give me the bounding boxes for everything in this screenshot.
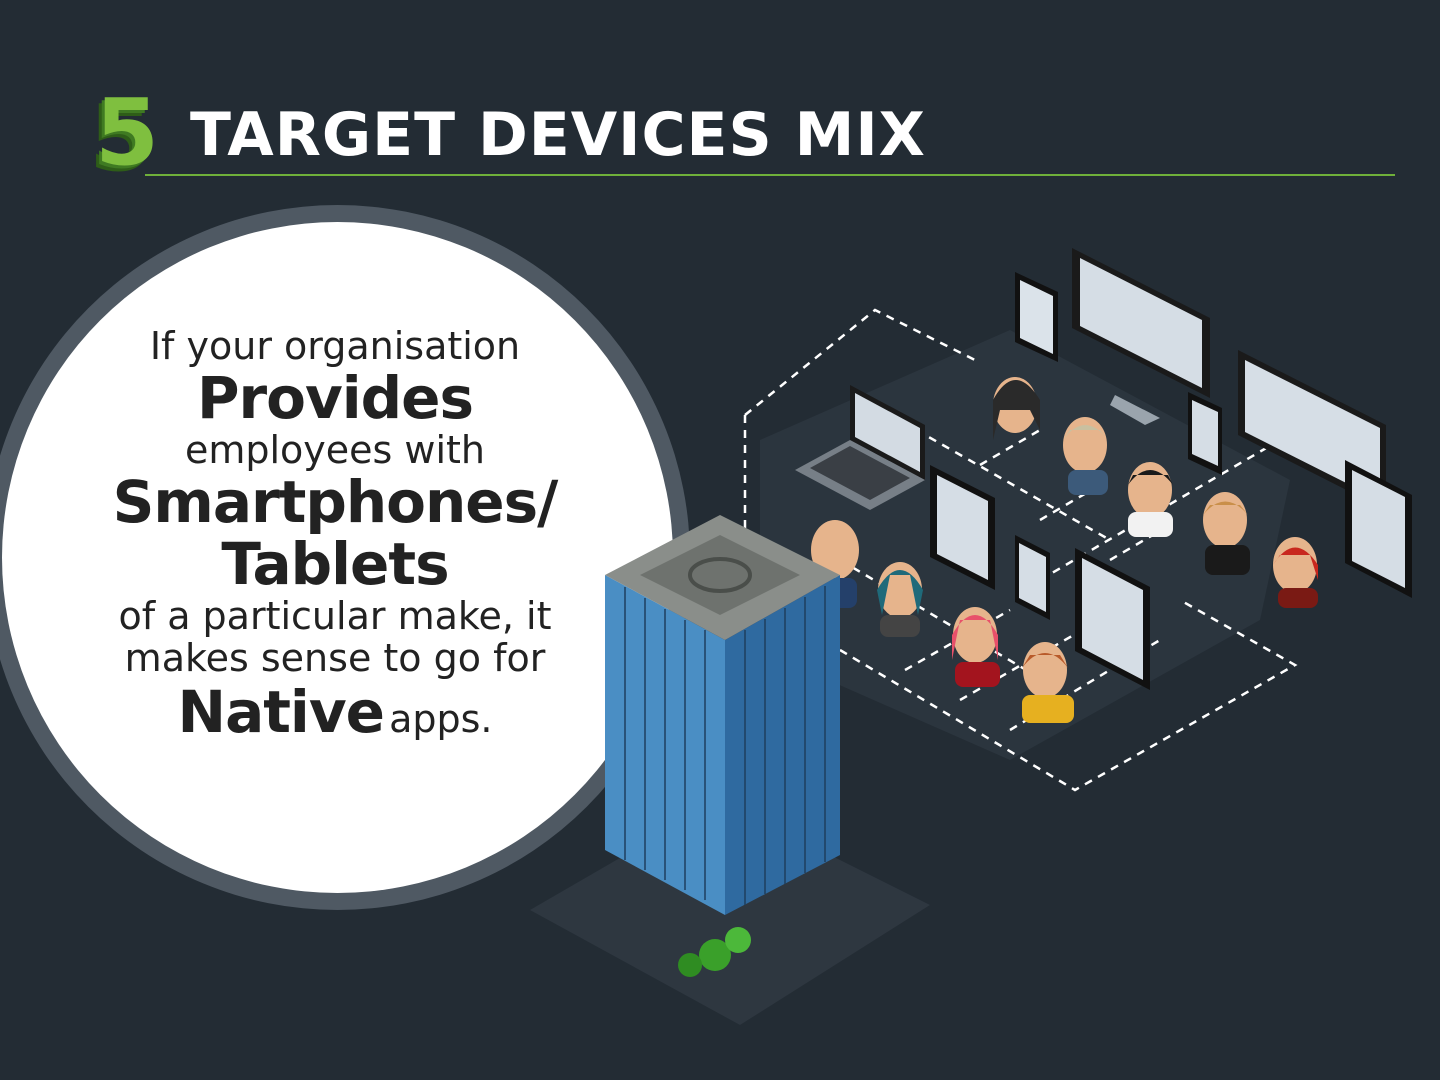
isometric-illustration: [530, 248, 1412, 1025]
slide: 5 TARGET DEVICES MIX If your organisatio…: [0, 0, 1440, 1080]
